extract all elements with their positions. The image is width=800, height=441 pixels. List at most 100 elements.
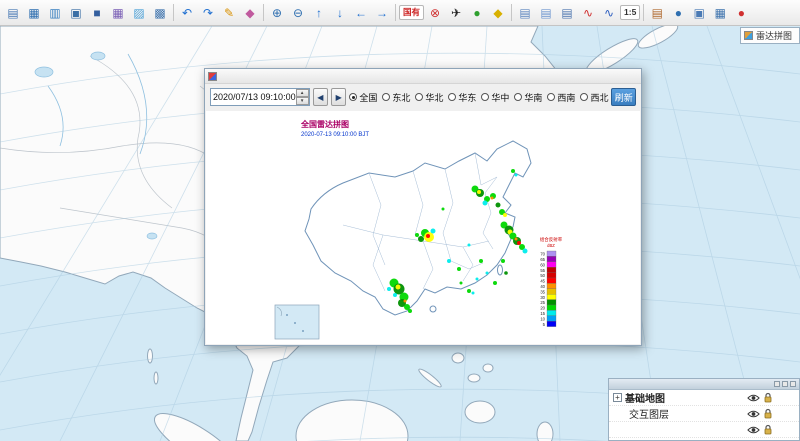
data-table-icon[interactable]: ▥ — [45, 3, 65, 23]
scale-label[interactable]: 1:5 — [620, 5, 640, 20]
legend-swatch — [547, 262, 556, 267]
legend-swatch — [547, 305, 556, 310]
tree-expander-icon[interactable]: + — [613, 393, 622, 402]
image-icon[interactable]: ▨ — [129, 3, 149, 23]
prev-time-button[interactable]: ◀ — [313, 88, 328, 106]
boundary-toggle[interactable]: 国有 — [399, 5, 424, 20]
toolbar-separator — [263, 4, 264, 21]
radar-echo — [511, 169, 515, 173]
region-radio-3[interactable]: 华东 — [448, 91, 476, 104]
south-china-sea-inset — [275, 305, 319, 339]
new-file-icon[interactable]: ▤ — [3, 3, 23, 23]
target-icon[interactable]: ⊗ — [425, 3, 445, 23]
layer-stack2-icon[interactable]: ▤ — [536, 3, 556, 23]
grid-icon[interactable]: ▦ — [710, 3, 730, 23]
layer-stack-icon[interactable]: ▤ — [515, 3, 535, 23]
legend-swatch — [547, 283, 556, 288]
panel-close-icon[interactable] — [790, 381, 796, 387]
panel-dock-icon[interactable] — [782, 381, 788, 387]
region-radio-4[interactable]: 华中 — [481, 91, 509, 104]
datetime-picker[interactable]: 2020/07/13 09:10:00 ▲ ▼ — [210, 88, 310, 106]
legend-swatch — [547, 316, 556, 321]
monitor-icon[interactable]: ▣ — [66, 3, 86, 23]
region-radio-6[interactable]: 西南 — [547, 91, 575, 104]
toolbar-separator — [173, 4, 174, 21]
layer-row-base-map[interactable]: + 基础地图 — [609, 390, 799, 406]
legend-swatch — [547, 273, 556, 278]
edit-pencil-icon[interactable]: ✎ — [219, 3, 239, 23]
legend-swatch — [547, 251, 556, 256]
open-grid-icon[interactable]: ▦ — [24, 3, 44, 23]
layer-row-cutoff[interactable] — [609, 422, 799, 438]
panel-minimize-icon[interactable] — [774, 381, 780, 387]
layer-row-interactive[interactable]: 交互图层 — [609, 406, 799, 422]
layer-label: 交互图层 — [629, 406, 744, 421]
save-icon[interactable]: ■ — [87, 3, 107, 23]
legend-value: 35 — [540, 289, 545, 294]
radar-mosaic-tab[interactable]: 雷达拼图 — [740, 27, 800, 44]
next-time-button[interactable]: ▶ — [331, 88, 346, 106]
layers-panel[interactable]: + 基础地图 交互图层 — [608, 378, 800, 441]
visibility-eye-icon[interactable] — [747, 425, 760, 435]
radar-echo — [404, 304, 410, 310]
legend-swatch — [547, 278, 556, 283]
flight-icon[interactable]: ✈ — [446, 3, 466, 23]
visibility-eye-icon[interactable] — [747, 393, 760, 403]
legend-value: 20 — [540, 306, 545, 311]
database-icon[interactable]: ▤ — [647, 3, 667, 23]
marker-icon[interactable]: ◆ — [240, 3, 260, 23]
lock-icon[interactable] — [763, 392, 773, 404]
zoom-in-icon[interactable]: ⊕ — [267, 3, 287, 23]
profile-chart-icon[interactable]: ∿ — [599, 3, 619, 23]
workstation-icon[interactable]: ▣ — [689, 3, 709, 23]
radar-tab-label: 雷达拼图 — [756, 29, 792, 42]
refresh-button[interactable]: 刷新 — [611, 88, 636, 106]
redo-icon[interactable]: ↷ — [198, 3, 218, 23]
station-icon[interactable]: ● — [467, 3, 487, 23]
radar-dialog[interactable]: 2020/07/13 09:10:00 ▲ ▼ ◀ ▶ 全国东北 华北华东华中华南… — [204, 68, 642, 346]
curve-chart-icon[interactable]: ∿ — [578, 3, 598, 23]
chart-grid-icon[interactable]: ▩ — [150, 3, 170, 23]
radio-circle — [382, 93, 390, 101]
radio-label: 华北 — [425, 91, 443, 104]
region-radio-0[interactable]: 全国 — [349, 91, 377, 104]
radio-label: 西北 — [590, 91, 608, 104]
layers-purple-icon[interactable]: ▦ — [108, 3, 128, 23]
lock-icon[interactable] — [763, 424, 773, 436]
region-radio-1[interactable]: 东北 — [382, 91, 410, 104]
pin-icon[interactable]: ◆ — [488, 3, 508, 23]
radar-echo — [418, 236, 424, 242]
radar-echo — [496, 203, 501, 208]
radio-circle — [349, 93, 357, 101]
radar-echo — [442, 208, 445, 211]
radar-echo — [491, 197, 494, 200]
record-icon[interactable]: ● — [731, 3, 751, 23]
radar-echo — [486, 272, 489, 275]
region-radio-7[interactable]: 西北 — [580, 91, 608, 104]
radar-title: 全国雷达拼图 — [300, 119, 349, 129]
region-radio-2[interactable]: 华北 — [415, 91, 443, 104]
spin-down-button[interactable]: ▼ — [296, 97, 309, 105]
undo-icon[interactable]: ↶ — [177, 3, 197, 23]
radar-echo — [467, 289, 471, 293]
layer-label: 基础地图 — [625, 390, 744, 405]
region-radio-5[interactable]: 华南 — [514, 91, 542, 104]
legend-value: 60 — [540, 262, 545, 267]
radar-echo — [501, 259, 505, 263]
radar-echo — [468, 244, 471, 247]
radar-echo — [476, 278, 479, 281]
legend-title: 组合反射率 — [540, 236, 563, 243]
legend-value: 30 — [540, 295, 545, 300]
toolbar-separator — [511, 4, 512, 21]
layer-stack3-icon[interactable]: ▤ — [557, 3, 577, 23]
spin-up-button[interactable]: ▲ — [296, 89, 309, 97]
pan-left-icon[interactable]: ← — [351, 3, 371, 23]
visibility-eye-icon[interactable] — [747, 409, 760, 419]
dialog-titlebar[interactable] — [205, 69, 641, 84]
globe-icon[interactable]: ● — [668, 3, 688, 23]
pan-right-icon[interactable]: → — [372, 3, 392, 23]
pan-up-icon[interactable]: ↑ — [309, 3, 329, 23]
pan-down-icon[interactable]: ↓ — [330, 3, 350, 23]
lock-icon[interactable] — [763, 408, 773, 420]
zoom-out-icon[interactable]: ⊖ — [288, 3, 308, 23]
